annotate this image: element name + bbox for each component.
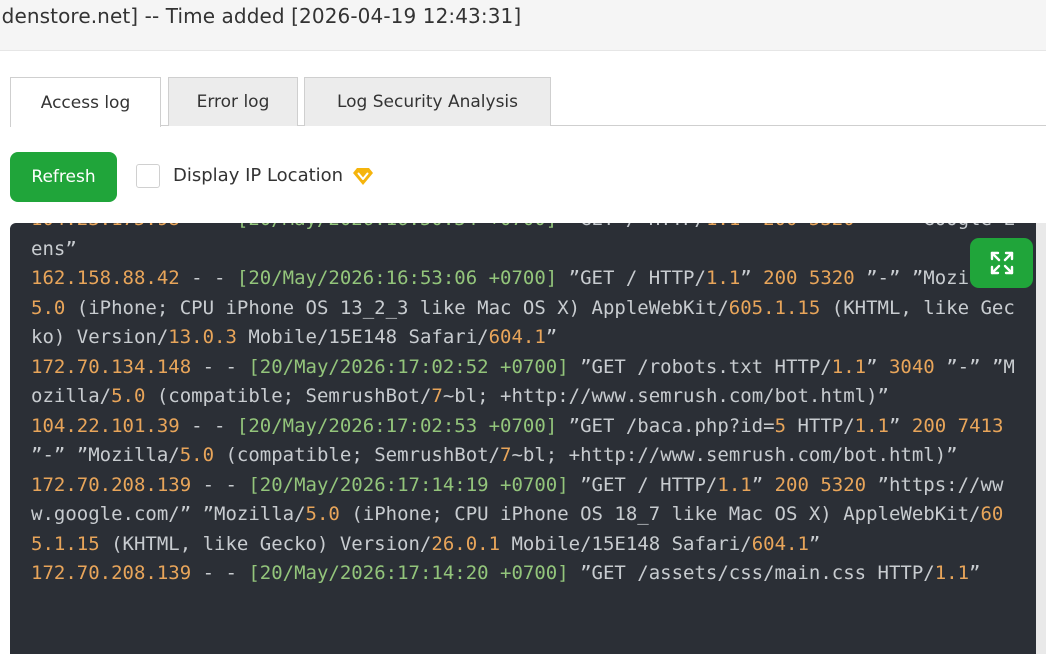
log-segment: ” <box>740 223 763 230</box>
log-line: 104.23.175.98 - - [20/May/2026:16:50:34 … <box>31 223 1021 264</box>
expand-icon <box>990 251 1013 275</box>
display-ip-location-label[interactable]: Display IP Location <box>173 165 343 186</box>
log-segment: (compatible; SemrushBot/ <box>145 385 432 407</box>
log-segment: 172.70.134.148 <box>31 355 192 378</box>
log-segment: [20/May/2026:17:02:53 +0700] <box>236 414 558 437</box>
log-segment: - - <box>179 414 237 437</box>
log-segment: [20/May/2026:17:14:20 +0700] <box>248 562 569 584</box>
fullscreen-button[interactable] <box>970 238 1033 288</box>
log-output: 104.23.175.98 - - [20/May/2026:16:50:34 … <box>31 223 1021 589</box>
log-segment: 7 <box>431 385 443 407</box>
tab-error-log[interactable]: Error log <box>168 77 298 126</box>
log-tabs: Access log Error log Log Security Analys… <box>10 77 1046 127</box>
log-segment: - - <box>179 267 237 289</box>
refresh-button[interactable]: Refresh <box>10 152 117 202</box>
log-segment: - - <box>191 562 249 584</box>
log-segment: 3040 <box>888 355 935 378</box>
log-segment: ”GET /baca.php?id= <box>557 414 775 437</box>
log-segment: [20/May/2026:17:14:19 +0700] <box>248 473 569 496</box>
log-segment: 200 5320 <box>763 223 855 230</box>
log-segment: 7 <box>500 444 512 466</box>
log-segment: 172.70.208.139 <box>31 562 192 584</box>
log-segment: (KHTML, like Gecko) Version/ <box>99 532 432 555</box>
log-segment: ” <box>751 473 775 496</box>
log-segment: ”GET /assets/css/main.css HTTP/ <box>568 562 935 584</box>
log-segment: ”GET / HTTP/ <box>568 473 718 496</box>
log-segment: 172.70.208.139 <box>31 473 192 496</box>
log-segment: [20/May/2026:16:53:06 +0700] <box>236 267 558 289</box>
log-segment: 1.1 <box>705 267 741 289</box>
log-segment: ” <box>888 414 912 437</box>
log-segment: 200 5320 <box>763 267 855 289</box>
log-segment: 200 7413 <box>911 414 1004 437</box>
log-line: 172.70.208.139 - - [20/May/2026:17:14:19… <box>31 471 1021 560</box>
log-segment: (iPhone; CPU iPhone OS 13_2_3 like Mac O… <box>65 296 729 319</box>
log-segment: ” <box>808 532 821 555</box>
log-segment: 604.1 <box>488 326 546 348</box>
log-segment: 605.1.15 <box>728 296 821 319</box>
log-segment: Mobile/15E148 Safari/ <box>236 326 489 348</box>
log-segment: 26.0.1 <box>431 532 501 555</box>
log-segment: 162.158.88.42 <box>31 267 180 289</box>
log-segment: 1.1 <box>717 473 752 496</box>
log-segment: 5 <box>774 414 787 437</box>
log-segment: ”GET /robots.txt HTTP/ <box>568 355 832 378</box>
log-segment: ” <box>545 326 558 348</box>
log-segment: 5.0 <box>179 444 215 466</box>
log-segment: Mobile/15E148 Safari/ <box>500 532 752 555</box>
log-segment: (compatible; SemrushBot/ <box>214 444 501 466</box>
log-segment: - - <box>191 355 249 378</box>
console-scrollbar[interactable] <box>1036 223 1046 654</box>
log-segment: ” <box>866 355 889 378</box>
log-segment: ”GET / HTTP/ <box>557 267 706 289</box>
log-segment: 1.1 <box>831 355 867 378</box>
log-segment: 604.1 <box>751 532 809 555</box>
log-segment: 104.23.175.98 <box>31 223 180 230</box>
log-segment: (iPhone; CPU iPhone OS 18_7 like Mac OS … <box>339 503 981 525</box>
log-segment: 1.1 <box>706 223 740 230</box>
tab-log-security-analysis[interactable]: Log Security Analysis <box>304 77 551 126</box>
log-segment: ” <box>740 267 764 289</box>
tab-access-log[interactable]: Access log <box>10 77 161 127</box>
display-ip-location-checkbox[interactable] <box>136 164 160 188</box>
log-segment: ~bl; +http://www.semrush.com/bot.html)” <box>442 385 889 407</box>
log-line: 172.70.134.148 - - [20/May/2026:17:02:52… <box>31 353 1021 412</box>
log-segment: ”GET / HTTP/ <box>557 223 706 230</box>
log-console: 104.23.175.98 - - [20/May/2026:16:50:34 … <box>10 223 1046 654</box>
log-segment: - - <box>180 223 237 230</box>
log-segment: 1.1 <box>934 562 970 584</box>
window-title: idenstore.net] -- Time added [2026-04-19… <box>0 4 522 28</box>
log-segment: 1.1 <box>854 414 889 437</box>
log-segment: - - <box>191 473 249 496</box>
log-segment: [20/May/2026:16:50:34 +0700] <box>237 223 557 230</box>
log-segment: [20/May/2026:17:02:52 +0700] <box>248 355 569 378</box>
log-line: 162.158.88.42 - - [20/May/2026:16:53:06 … <box>31 264 1021 353</box>
log-line: 172.70.208.139 - - [20/May/2026:17:14:20… <box>31 559 1021 589</box>
log-segment: ” <box>969 562 981 584</box>
log-segment: 5.0 <box>305 503 340 525</box>
log-segment: 200 5320 <box>774 473 867 496</box>
log-segment: ~bl; +http://www.semrush.com/bot.html)” <box>511 444 958 466</box>
log-segment: 5.0 <box>111 385 146 407</box>
window-titlebar: idenstore.net] -- Time added [2026-04-19… <box>0 0 1046 51</box>
log-line: 104.22.101.39 - - [20/May/2026:17:02:53 … <box>31 412 1021 471</box>
log-segment: 13.0.3 <box>168 326 237 348</box>
log-segment: HTTP/ <box>786 414 855 437</box>
log-segment: 104.22.101.39 <box>31 414 180 437</box>
log-segment: 5.0 <box>31 296 66 319</box>
diamond-icon <box>353 168 373 185</box>
